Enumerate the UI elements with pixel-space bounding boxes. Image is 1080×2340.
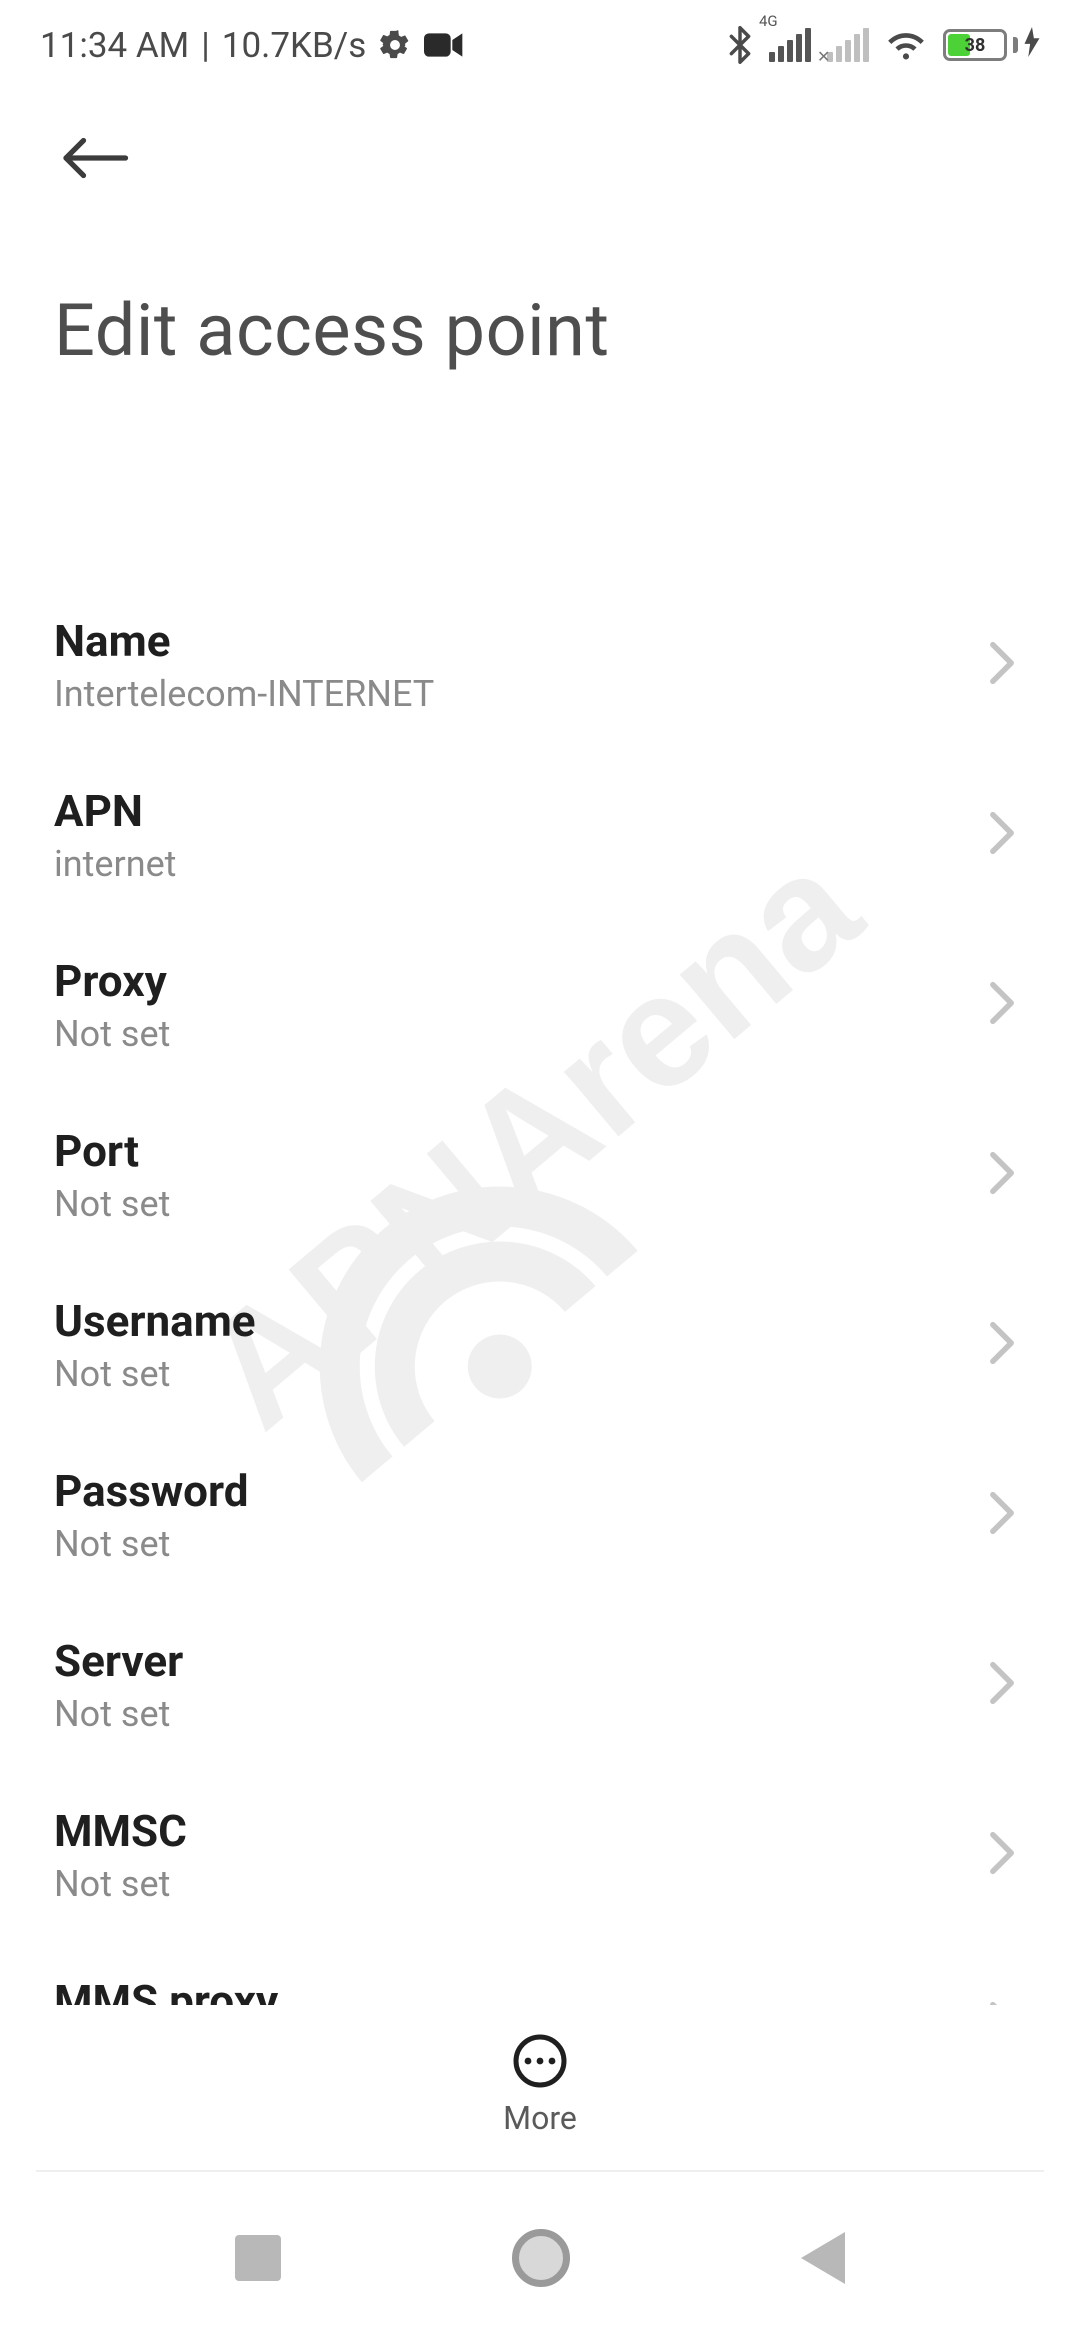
chevron-right-icon xyxy=(988,1321,1016,1369)
row-label: Name xyxy=(54,615,434,667)
status-right: 4G ✕ 38 xyxy=(727,26,1040,64)
row-value: Not set xyxy=(54,1183,170,1225)
row-text: Password Not set xyxy=(54,1465,249,1565)
row-text: Port Not set xyxy=(54,1125,170,1225)
row-text: Username Not set xyxy=(54,1295,256,1395)
row-apn[interactable]: APN internet xyxy=(0,750,1080,920)
row-value: internet xyxy=(54,843,176,885)
toolbar-divider xyxy=(36,2170,1044,2172)
screen: 11:34 AM | 10.7KB/s 4G ✕ xyxy=(0,0,1080,2340)
chevron-right-icon xyxy=(988,1151,1016,1199)
row-label: Server xyxy=(54,1635,183,1687)
chevron-right-icon xyxy=(988,811,1016,859)
header: Edit access point xyxy=(0,90,1080,373)
chevron-right-icon xyxy=(988,641,1016,689)
android-nav-bar xyxy=(0,2175,1080,2340)
signal-4g-label: 4G xyxy=(759,12,778,30)
status-sep: | xyxy=(201,25,210,66)
row-proxy[interactable]: Proxy Not set xyxy=(0,920,1080,1090)
status-left: 11:34 AM | 10.7KB/s xyxy=(40,25,464,66)
row-value: Not set xyxy=(54,1863,187,1905)
status-net-speed: 10.7KB/s xyxy=(222,25,367,66)
row-value: Not set xyxy=(54,1523,249,1565)
wifi-icon xyxy=(885,28,927,62)
row-text: Proxy Not set xyxy=(54,955,170,1055)
row-label: APN xyxy=(54,785,176,837)
chevron-right-icon xyxy=(988,1831,1016,1879)
nav-home-button[interactable] xyxy=(512,2229,570,2287)
signal-sim1-icon: 4G xyxy=(769,28,811,62)
row-port[interactable]: Port Not set xyxy=(0,1090,1080,1260)
settings-list[interactable]: Name Intertelecom-INTERNET APN internet Prox… xyxy=(0,470,1080,2005)
battery-indicator: 38 xyxy=(943,27,1040,64)
row-mms-proxy[interactable]: MMS proxyNot set xyxy=(0,1940,1080,2005)
row-username[interactable]: Username Not set xyxy=(0,1260,1080,1430)
row-text: Name Intertelecom-INTERNET xyxy=(54,615,434,715)
row-text: APN internet xyxy=(54,785,176,885)
page-title: Edit access point xyxy=(54,288,1026,373)
signal-sim2-icon: ✕ xyxy=(827,28,869,62)
more-label: More xyxy=(503,2099,577,2137)
chevron-right-icon xyxy=(988,1491,1016,1539)
row-value: Not set xyxy=(54,1353,256,1395)
status-time: 11:34 AM xyxy=(40,25,189,66)
chevron-right-icon xyxy=(988,1661,1016,1709)
video-icon xyxy=(424,31,464,59)
bluetooth-icon xyxy=(727,26,753,64)
more-button[interactable]: More xyxy=(503,2033,577,2137)
bottom-toolbar: More xyxy=(0,2005,1080,2165)
row-label: Username xyxy=(54,1295,256,1347)
row-server[interactable]: Server Not set xyxy=(0,1600,1080,1770)
row-label: Port xyxy=(54,1125,170,1177)
nav-back-button[interactable] xyxy=(801,2232,845,2284)
status-bar: 11:34 AM | 10.7KB/s 4G ✕ xyxy=(0,0,1080,90)
row-text: Server Not set xyxy=(54,1635,183,1735)
row-value: Not set xyxy=(54,1013,170,1055)
arrow-left-icon xyxy=(59,135,129,181)
row-mmsc[interactable]: MMSC Not set xyxy=(0,1770,1080,1940)
signal-no-service-x: ✕ xyxy=(817,47,830,66)
back-button[interactable] xyxy=(54,118,134,198)
nav-recents-button[interactable] xyxy=(235,2235,281,2281)
row-text: MMS proxyNot set xyxy=(54,1975,278,2005)
more-icon xyxy=(512,2033,568,2089)
row-value: Not set xyxy=(54,1693,183,1735)
row-label: Proxy xyxy=(54,955,170,1007)
row-name[interactable]: Name Intertelecom-INTERNET xyxy=(0,580,1080,750)
row-label: Password xyxy=(54,1465,249,1517)
chevron-right-icon xyxy=(988,981,1016,1029)
row-label: MMS proxy xyxy=(54,1975,278,2005)
battery-percent: 38 xyxy=(946,35,1004,56)
gear-icon xyxy=(378,28,412,62)
row-label: MMSC xyxy=(54,1805,187,1857)
charging-icon xyxy=(1024,27,1040,64)
row-text: MMSC Not set xyxy=(54,1805,187,1905)
row-password[interactable]: Password Not set xyxy=(0,1430,1080,1600)
row-value: Intertelecom-INTERNET xyxy=(54,673,434,715)
